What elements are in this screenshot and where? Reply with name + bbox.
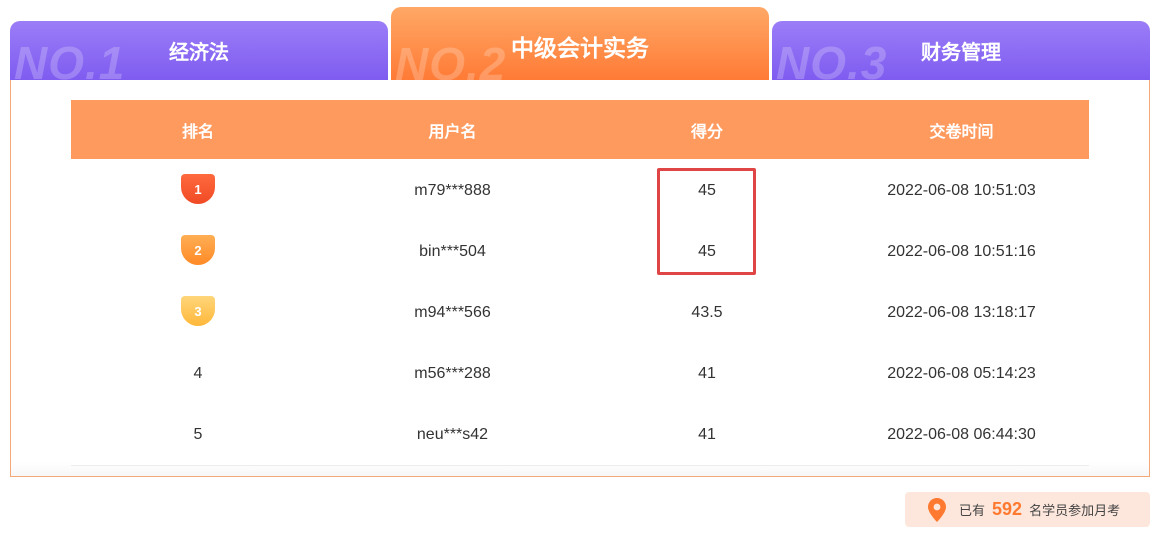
table-row: 2 bin***504 45 2022-06-08 10:51:16 bbox=[71, 221, 1089, 283]
score: 41 bbox=[698, 364, 716, 382]
submit-time: 2022-06-08 10:51:16 bbox=[887, 242, 1036, 260]
tab-number-watermark: NO.2 bbox=[395, 38, 507, 81]
tab-label: 经济法 bbox=[169, 42, 229, 64]
score-highlight-box bbox=[657, 168, 756, 275]
rank-value: 2 bbox=[194, 242, 202, 258]
tab-label: 中级会计实务 bbox=[511, 35, 649, 61]
rank-2-medal-icon: 2 bbox=[181, 235, 215, 265]
submit-time: 2022-06-08 06:44:30 bbox=[887, 425, 1036, 443]
table-row: 5 neu***s42 41 2022-06-08 06:44:30 bbox=[71, 404, 1089, 466]
tab-caiwu-guanli[interactable]: NO.3 财务管理 bbox=[772, 21, 1150, 80]
tab-number-watermark: NO.1 bbox=[14, 37, 126, 80]
username: m56***288 bbox=[414, 364, 491, 382]
username: m94***566 bbox=[414, 303, 491, 321]
rank-1-medal-icon: 1 bbox=[181, 174, 215, 204]
rank-value: 1 bbox=[194, 181, 202, 197]
username: bin***504 bbox=[419, 242, 486, 260]
header-username: 用户名 bbox=[428, 123, 477, 141]
tab-jingjifa[interactable]: NO.1 经济法 bbox=[10, 21, 388, 80]
header-score: 得分 bbox=[690, 123, 723, 141]
header-submit-time: 交卷时间 bbox=[929, 123, 994, 141]
tab-label: 财务管理 bbox=[921, 42, 1001, 64]
submit-time: 2022-06-08 05:14:23 bbox=[887, 364, 1036, 382]
score: 41 bbox=[698, 425, 716, 443]
table-row: 3 m94***566 43.5 2022-06-08 13:18:17 bbox=[71, 282, 1089, 344]
score: 43.5 bbox=[691, 303, 723, 321]
username: m79***888 bbox=[414, 181, 491, 199]
location-pin-icon bbox=[928, 497, 946, 522]
username: neu***s42 bbox=[416, 425, 489, 443]
rank-value: 3 bbox=[194, 303, 202, 319]
rank-value: 5 bbox=[193, 425, 203, 443]
participants-suffix: 名学员参加月考 bbox=[1029, 503, 1121, 518]
participants-count: 592 bbox=[992, 499, 1023, 519]
tab-number-watermark: NO.3 bbox=[776, 37, 888, 80]
tab-zhongji-kuaiji-shiwu[interactable]: NO.2 中级会计实务 bbox=[391, 7, 769, 81]
header-rank: 排名 bbox=[181, 123, 214, 141]
table-header: 排名 用户名 得分 交卷时间 bbox=[71, 100, 1089, 159]
rank-3-medal-icon: 3 bbox=[181, 296, 215, 326]
participants-badge: 已有 592 名学员参加月考 bbox=[905, 492, 1150, 527]
table-row: 1 m79***888 45 2022-06-08 10:51:03 bbox=[71, 160, 1089, 222]
rank-value: 4 bbox=[193, 364, 203, 382]
participants-prefix: 已有 bbox=[959, 503, 986, 518]
submit-time: 2022-06-08 10:51:03 bbox=[887, 181, 1036, 199]
submit-time: 2022-06-08 13:18:17 bbox=[887, 303, 1036, 321]
table-row: 4 m56***288 41 2022-06-08 05:14:23 bbox=[71, 343, 1089, 405]
